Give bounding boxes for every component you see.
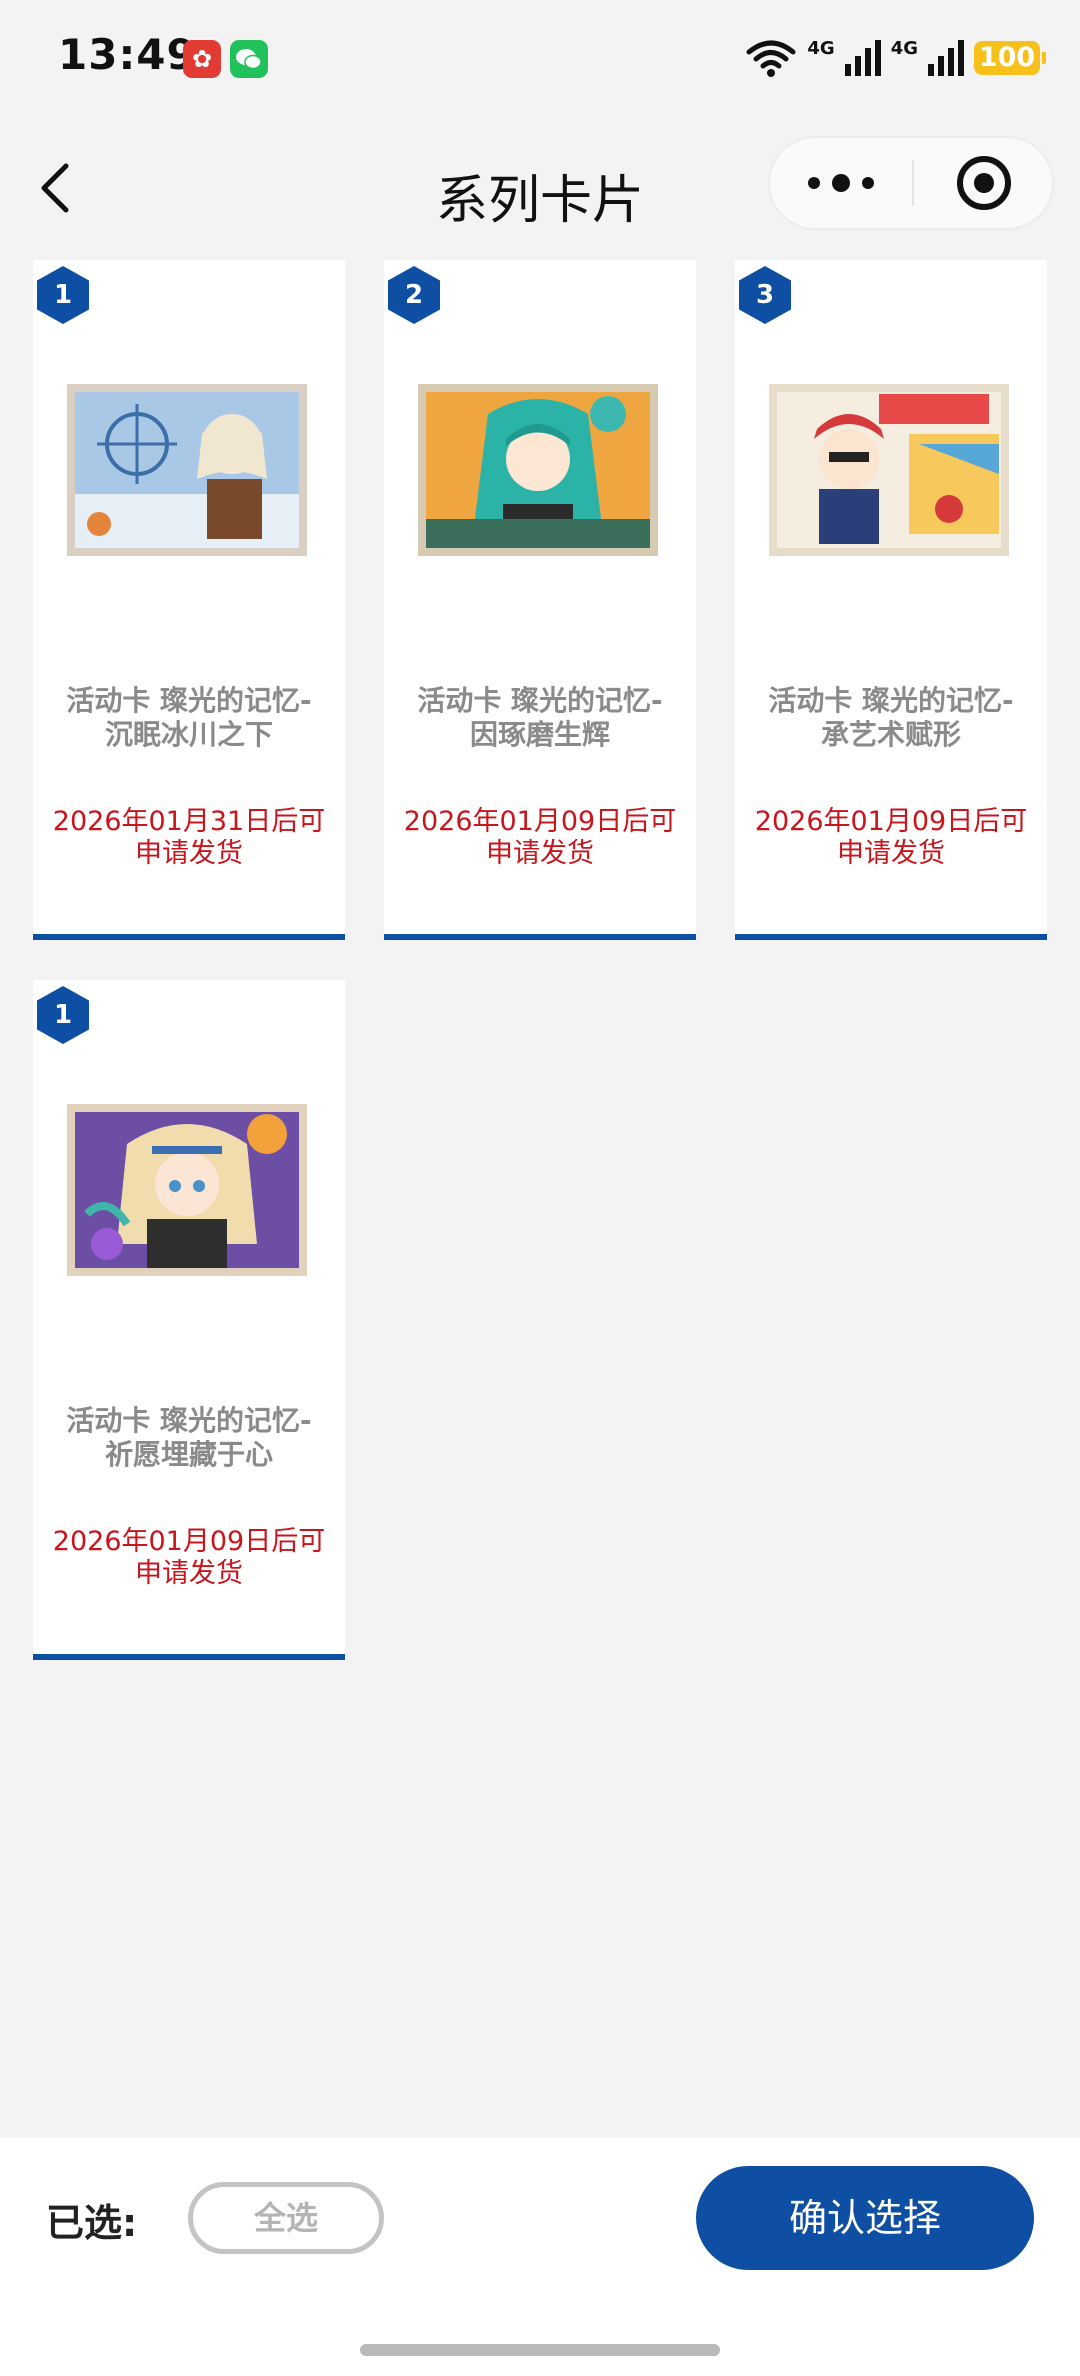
selected-label: 已选: (46, 2201, 138, 2245)
card-ship-date: 2026年01月09日后可 申请发货 (403, 806, 677, 869)
card-item[interactable]: 1 活动卡 璨光的记忆- 沉眠冰川之下 2026年01月31日后可 申请发货 (33, 260, 345, 940)
app-notification-icon: ✿ (183, 40, 221, 78)
card-name: 活动卡 璨光的记忆- 祈愿埋藏于心 (66, 1404, 312, 1471)
card-badge: 1 (37, 986, 89, 1044)
mini-program-capsule (768, 136, 1054, 230)
confirm-selection-button[interactable]: 确认选择 (696, 2166, 1034, 2270)
card-image (67, 1104, 307, 1276)
battery-icon: 100 (974, 41, 1046, 75)
card-badge: 3 (739, 266, 791, 324)
card-image (67, 384, 307, 556)
signal-icon (928, 40, 964, 76)
card-item[interactable]: 2 活动卡 璨光的记忆- 因琢磨生辉 2026年01月09日后可 申请发货 (384, 260, 696, 940)
card-name: 活动卡 璨光的记忆- 沉眠冰川之下 (66, 684, 312, 751)
bottom-action-bar: 已选: 全选 确认选择 (0, 2138, 1080, 2376)
status-bar: 13:49 ✿ 4G 4G 100 (0, 0, 1080, 118)
select-all-button[interactable]: 全选 (188, 2182, 384, 2254)
card-badge: 2 (388, 266, 440, 324)
card-ship-date: 2026年01月09日后可 申请发货 (754, 806, 1028, 869)
status-time: 13:49 (58, 30, 197, 79)
status-indicators: 4G 4G 100 (745, 36, 1046, 80)
card-ship-date: 2026年01月31日后可 申请发货 (52, 806, 326, 869)
nav-bar: 系列卡片 (0, 118, 1080, 258)
home-indicator[interactable] (360, 2344, 720, 2356)
card-item[interactable]: 1 活动卡 璨光的记忆- 祈愿埋藏于心 2026年01月09日后可 申请发货 (33, 980, 345, 1660)
card-image (769, 384, 1009, 556)
card-item[interactable]: 3 活动卡 璨光的记忆- 承艺术赋形 2026年01月09日后可 申请发货 (735, 260, 1047, 940)
network-type-1: 4G (807, 37, 835, 59)
card-ship-date: 2026年01月09日后可 申请发货 (52, 1526, 326, 1589)
card-name: 活动卡 璨光的记忆- 承艺术赋形 (768, 684, 1014, 751)
network-type-2: 4G (890, 37, 918, 59)
close-circle-icon (957, 156, 1011, 210)
signal-icon (844, 40, 881, 76)
card-badge: 1 (37, 266, 89, 324)
more-icon (808, 174, 874, 192)
card-image (418, 384, 658, 556)
wifi-icon (746, 40, 796, 77)
more-button[interactable] (770, 138, 912, 228)
close-button[interactable] (914, 138, 1054, 228)
card-name: 活动卡 璨光的记忆- 因琢磨生辉 (417, 684, 663, 751)
wechat-icon (230, 40, 268, 78)
